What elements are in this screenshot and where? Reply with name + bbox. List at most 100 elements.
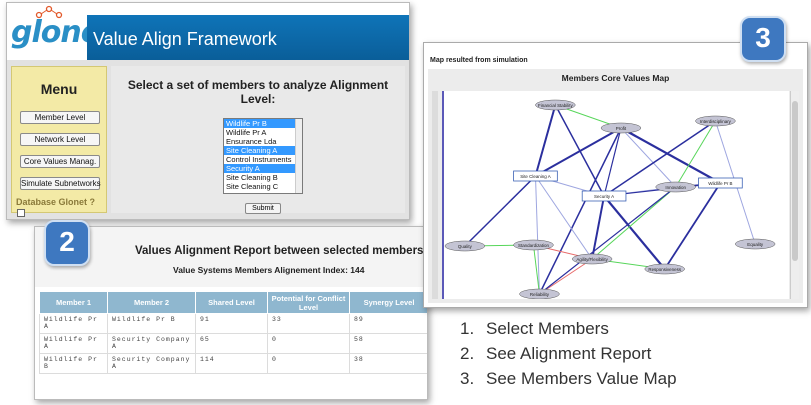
map-left-divider xyxy=(432,91,438,299)
step-badge-3: 3 xyxy=(740,16,786,62)
graph-edge xyxy=(539,186,677,295)
graph-node[interactable]: Equality xyxy=(735,238,776,250)
graph-edge xyxy=(464,175,536,247)
graph-node-label: Interdisciplinary xyxy=(700,119,732,124)
graph-node[interactable]: Responsiveness xyxy=(644,263,685,275)
step-number: 3. xyxy=(460,369,475,388)
step-text: See Alignment Report xyxy=(486,344,652,363)
scrollbar-thumb[interactable] xyxy=(792,101,798,261)
table-cell: 114 xyxy=(195,353,268,374)
graph-node[interactable]: Security A xyxy=(581,190,627,202)
step-item: 2. See Alignment Report xyxy=(460,341,677,366)
member-level-button[interactable]: Member Level xyxy=(20,111,100,124)
table-cell: 38 xyxy=(349,353,427,374)
graph-node[interactable]: Wildlife Pr B xyxy=(698,177,743,189)
database-glonet-label: Database Glonet ? xyxy=(16,197,96,207)
member-option[interactable]: Wildlife Pr B xyxy=(224,119,302,128)
graph-node[interactable]: Reliability xyxy=(519,288,560,299)
member-option[interactable]: Site Cleaning A xyxy=(224,146,302,155)
column-header: Member 2 xyxy=(107,291,196,314)
member-option[interactable]: Site Cleaning C xyxy=(224,182,302,191)
graph-edge xyxy=(620,127,677,188)
graph-node[interactable]: Site Cleaning A xyxy=(513,170,558,182)
table-cell: Wildlife Pr A xyxy=(39,333,108,354)
table-cell: 89 xyxy=(349,313,427,334)
database-glonet-checkbox[interactable] xyxy=(17,209,25,217)
member-option[interactable]: Ensurance Lda xyxy=(224,137,302,146)
table-row: Wildlife Pr A Security Company A 65 0 58 xyxy=(39,333,427,354)
table-cell: Wildlife Pr B xyxy=(39,353,108,374)
column-header: Shared Level xyxy=(195,291,268,314)
graph-node-label: Quality xyxy=(458,244,473,249)
listbox-scrollbar[interactable] xyxy=(295,119,302,193)
table-header-row: Member 1 Member 2 Shared Level Potential… xyxy=(39,291,427,314)
simulate-subnetworks-button[interactable]: Simulate Subnetworks xyxy=(20,177,101,190)
menu-sidebar: Menu Member Level Network Level Core Val… xyxy=(11,66,107,217)
graph-node-label: Site Cleaning A xyxy=(520,174,550,179)
step-item: 3. See Members Value Map xyxy=(460,366,677,391)
graph-edge xyxy=(663,182,722,270)
app-header: glonet Value Align Framework xyxy=(7,3,409,60)
graph-node-label: Innovation xyxy=(665,185,686,190)
title-bar: Value Align Framework xyxy=(87,15,409,60)
graph-node-label: Financial Stability xyxy=(538,103,573,108)
graph-node[interactable]: Innovation xyxy=(655,181,696,193)
column-header: Member 1 xyxy=(39,291,108,314)
app-title: Value Align Framework xyxy=(93,29,277,49)
member-option[interactable]: Security A xyxy=(224,164,302,173)
table-cell: 91 xyxy=(195,313,268,334)
graph-edge xyxy=(534,104,557,177)
table-cell: Security Company A xyxy=(107,353,196,374)
app-body: Menu Member Level Network Level Core Val… xyxy=(7,60,409,219)
graph-node-label: Agility/Flexibility xyxy=(576,257,608,262)
member-option[interactable]: Site Cleaning B xyxy=(224,173,302,182)
network-level-button[interactable]: Network Level xyxy=(20,133,100,146)
table-cell: 0 xyxy=(267,333,350,354)
menu-title: Menu xyxy=(40,81,78,97)
graph-node[interactable]: Interdisciplinary xyxy=(695,115,736,127)
step-badge-2: 2 xyxy=(44,220,90,266)
members-listbox[interactable]: Wildlife Pr B Wildlife Pr A Ensurance Ld… xyxy=(223,118,303,194)
member-option[interactable]: Control Instruments xyxy=(224,155,302,164)
table-row: Wildlife Pr A Wildlife Pr B 91 33 89 xyxy=(39,313,427,334)
map-area: Members Core Values Map Financial Stabil… xyxy=(428,69,803,303)
graph-edge xyxy=(591,195,606,260)
column-header: Synergy Level xyxy=(349,291,427,314)
table-cell: 0 xyxy=(267,353,350,374)
table-cell: Wildlife Pr B xyxy=(107,313,196,334)
map-top-label: Map resulted from simulation xyxy=(430,57,528,64)
graph-edge xyxy=(534,127,622,177)
graph-node[interactable]: Financial Stability xyxy=(535,99,576,111)
map-title: Members Core Values Map xyxy=(561,73,670,83)
table-cell: 65 xyxy=(195,333,268,354)
table-cell: Wildlife Pr A xyxy=(39,313,108,334)
values-network-graph[interactable]: Financial Stability Profit Interdisciplina… xyxy=(442,91,789,299)
map-scrollbar[interactable] xyxy=(790,91,799,299)
table-row: Wildlife Pr B Security Company A 114 0 3… xyxy=(39,353,427,374)
step-number: 2. xyxy=(460,344,475,363)
step-number: 1. xyxy=(460,319,475,338)
value-map-window: Map resulted from simulation Members Cor… xyxy=(423,42,808,308)
graph-node[interactable]: Agility/Flexibility xyxy=(572,253,613,265)
graph-node-label: Wildlife Pr B xyxy=(708,181,732,186)
core-values-manag-button[interactable]: Core Values Manag. xyxy=(20,155,100,168)
column-header: Potential for Conflict Level xyxy=(267,291,350,314)
step-text: Select Members xyxy=(486,319,609,338)
graph-node[interactable]: Profit xyxy=(600,122,642,134)
alignment-report-table: Member 1 Member 2 Shared Level Potential… xyxy=(39,291,427,374)
steps-list: 1. Select Members 2. See Alignment Report … xyxy=(460,316,677,391)
graph-node-label: Equality xyxy=(747,242,764,247)
table-cell: 33 xyxy=(267,313,350,334)
member-option[interactable]: Wildlife Pr A xyxy=(224,128,302,137)
graph-node[interactable]: Quality xyxy=(444,240,486,252)
report-title: Values Alignment Report between selected… xyxy=(135,245,424,257)
submit-button[interactable]: Submit xyxy=(245,203,281,214)
alignment-report-window: Values Alignment Report between selected… xyxy=(34,226,428,400)
table-cell: 58 xyxy=(349,333,427,354)
selection-heading: Select a set of members to analyze Align… xyxy=(127,78,389,106)
graph-node[interactable]: Standardization xyxy=(513,239,554,251)
table-cell: Security Company A xyxy=(107,333,196,354)
alignment-index-text: Value Systems Members Alignement Index: … xyxy=(173,265,365,275)
graph-node-label: Standardization xyxy=(518,243,549,248)
graph-node-label: Profit xyxy=(616,126,627,131)
